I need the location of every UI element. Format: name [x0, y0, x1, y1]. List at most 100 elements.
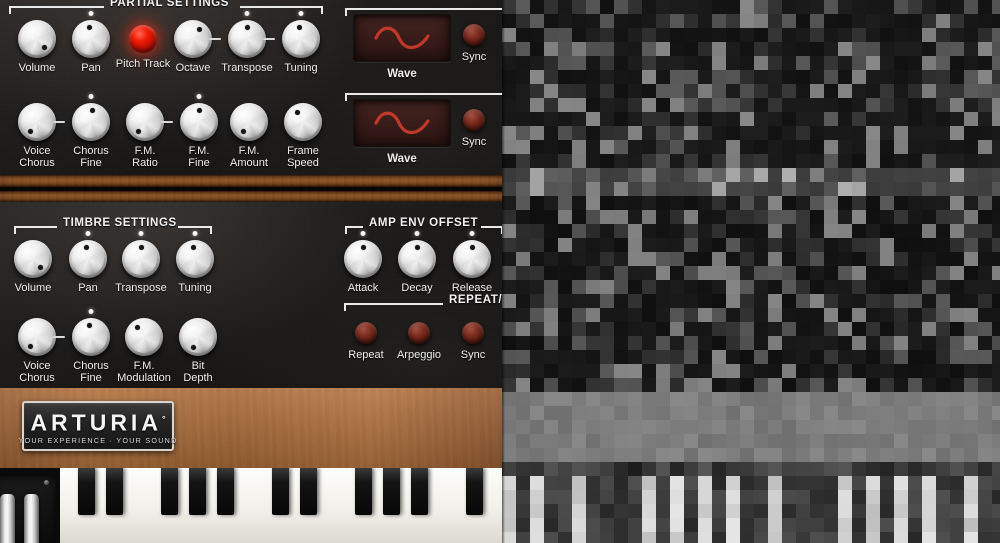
knob-dial[interactable]: [126, 103, 164, 141]
knob-dial[interactable]: [344, 240, 382, 278]
knob-dial[interactable]: [230, 103, 268, 141]
knob-dial[interactable]: [284, 103, 322, 141]
timbre-settings-title: TIMBRE SETTINGS: [63, 217, 177, 229]
knob-partial-fm-fine[interactable]: F.M. Fine: [171, 94, 227, 169]
knob-pointer: [190, 245, 196, 251]
knob-dial[interactable]: [72, 20, 110, 58]
knob-label: Transpose: [115, 282, 167, 294]
sync-led-icon[interactable]: [463, 24, 485, 46]
button-repeat-sync[interactable]: Sync: [445, 322, 501, 361]
knob-timbre-volume[interactable]: Volume: [5, 240, 61, 294]
knob-partial-fm-amount[interactable]: F.M. Amount: [221, 103, 277, 169]
knob-pointer: [135, 128, 141, 134]
knob-amp-decay[interactable]: Decay: [389, 231, 445, 294]
knob-partial-fm-ratio[interactable]: F.M. Ratio: [117, 103, 173, 169]
knob-label: Pan: [78, 282, 98, 294]
repeat-led-icon[interactable]: [355, 322, 377, 344]
button-arpeggio[interactable]: Arpeggio: [391, 322, 447, 361]
button-pitch-track[interactable]: Pitch Track: [113, 25, 173, 70]
knob-dial[interactable]: [125, 318, 163, 356]
knob-dial[interactable]: [282, 20, 320, 58]
knob-dial[interactable]: [398, 240, 436, 278]
knob-pointer: [87, 323, 93, 329]
wave-screen[interactable]: [353, 14, 451, 62]
black-key[interactable]: [355, 468, 373, 515]
amp-env-offset-bracket: AMP ENV OFFSET: [345, 217, 503, 238]
mod-wheel[interactable]: [24, 494, 39, 543]
knob-dial[interactable]: [69, 240, 107, 278]
knob-timbre-pan[interactable]: Pan: [60, 231, 116, 294]
knob-led: [88, 309, 94, 314]
bracket-bar-right: [240, 6, 323, 8]
knob-dial[interactable]: [72, 103, 110, 141]
knob-led: [298, 11, 304, 16]
sync-led-icon[interactable]: [463, 109, 485, 131]
knob-dial[interactable]: [228, 20, 266, 58]
knob-led: [192, 231, 198, 236]
knob-timbre-voice-chorus[interactable]: Voice Chorus: [9, 318, 65, 384]
black-key[interactable]: [410, 468, 428, 515]
knob-dial[interactable]: [453, 240, 491, 278]
knob-pointer: [414, 245, 420, 250]
button-repeat[interactable]: Repeat: [338, 322, 394, 361]
knob-dial[interactable]: [14, 240, 52, 278]
sync-led-icon[interactable]: [462, 322, 484, 344]
knob-label: Voice Chorus: [19, 145, 55, 169]
knob-label: F.M. Ratio: [132, 145, 158, 169]
button-label: Sync: [460, 349, 486, 361]
black-key[interactable]: [382, 468, 400, 515]
knob-dial[interactable]: [122, 240, 160, 278]
knob-timbre-fm-modulation[interactable]: F.M. Modulation: [116, 318, 172, 384]
black-key[interactable]: [189, 468, 207, 515]
knob-label: Tuning: [178, 282, 212, 294]
black-key[interactable]: [272, 468, 290, 515]
button-osc1-sync[interactable]: Sync: [447, 24, 501, 63]
knob-partial-volume[interactable]: Volume: [9, 20, 65, 74]
knob-led: [88, 94, 94, 99]
knob-partial-chorus-fine[interactable]: Chorus Fine: [63, 94, 119, 169]
osc1-wave-display[interactable]: Wave: [353, 14, 451, 80]
knob-dial[interactable]: [176, 240, 214, 278]
knob-partial-pan[interactable]: Pan: [63, 11, 119, 74]
knob-label: Frame Speed: [287, 145, 319, 169]
knob-partial-tuning[interactable]: Tuning: [273, 11, 329, 74]
knob-timbre-chorus-fine[interactable]: Chorus Fine: [63, 309, 119, 384]
knob-dial[interactable]: [174, 20, 212, 58]
black-key[interactable]: [78, 468, 96, 515]
keyboard[interactable]: [0, 468, 503, 543]
knob-amp-attack[interactable]: Attack: [335, 231, 391, 294]
knob-dial[interactable]: [18, 103, 56, 141]
key-group[interactable]: [60, 468, 503, 543]
button-osc2-sync[interactable]: Sync: [447, 109, 501, 148]
black-key[interactable]: [216, 468, 234, 515]
knob-dial[interactable]: [18, 318, 56, 356]
knob-partial-octave[interactable]: Octave: [165, 20, 221, 74]
black-key[interactable]: [161, 468, 179, 515]
arpeggio-led-icon[interactable]: [408, 322, 430, 344]
knob-dial[interactable]: [18, 20, 56, 58]
knob-timbre-tuning[interactable]: Tuning: [167, 231, 223, 294]
knob-pointer: [296, 25, 302, 31]
knob-partial-voice-chorus[interactable]: Voice Chorus: [9, 103, 65, 169]
knob-partial-transpose[interactable]: Transpose: [219, 11, 275, 74]
brand-wordmark: ARTURIA°: [30, 407, 165, 434]
black-key[interactable]: [299, 468, 317, 515]
screw-icon: [44, 480, 49, 485]
black-key[interactable]: [465, 468, 484, 515]
pitch-wheel[interactable]: [0, 494, 15, 543]
knob-timbre-bit-depth[interactable]: Bit Depth: [170, 318, 226, 384]
bracket-tip-left: [345, 226, 347, 234]
wave-screen[interactable]: [353, 99, 451, 147]
knob-dial[interactable]: [180, 103, 218, 141]
black-key[interactable]: [105, 468, 124, 515]
knob-dial[interactable]: [179, 318, 217, 356]
knob-partial-frame-speed[interactable]: Frame Speed: [275, 103, 331, 169]
button-label: Repeat: [348, 349, 384, 361]
knob-timbre-transpose[interactable]: Transpose: [113, 231, 169, 294]
knob-dial[interactable]: [72, 318, 110, 356]
knob-amp-release[interactable]: Release: [444, 231, 500, 294]
pitch-track-led-icon[interactable]: [129, 25, 157, 53]
osc2-wave-display[interactable]: Wave: [353, 99, 451, 165]
knob-led: [414, 231, 420, 236]
bracket-tip-left: [9, 6, 11, 14]
